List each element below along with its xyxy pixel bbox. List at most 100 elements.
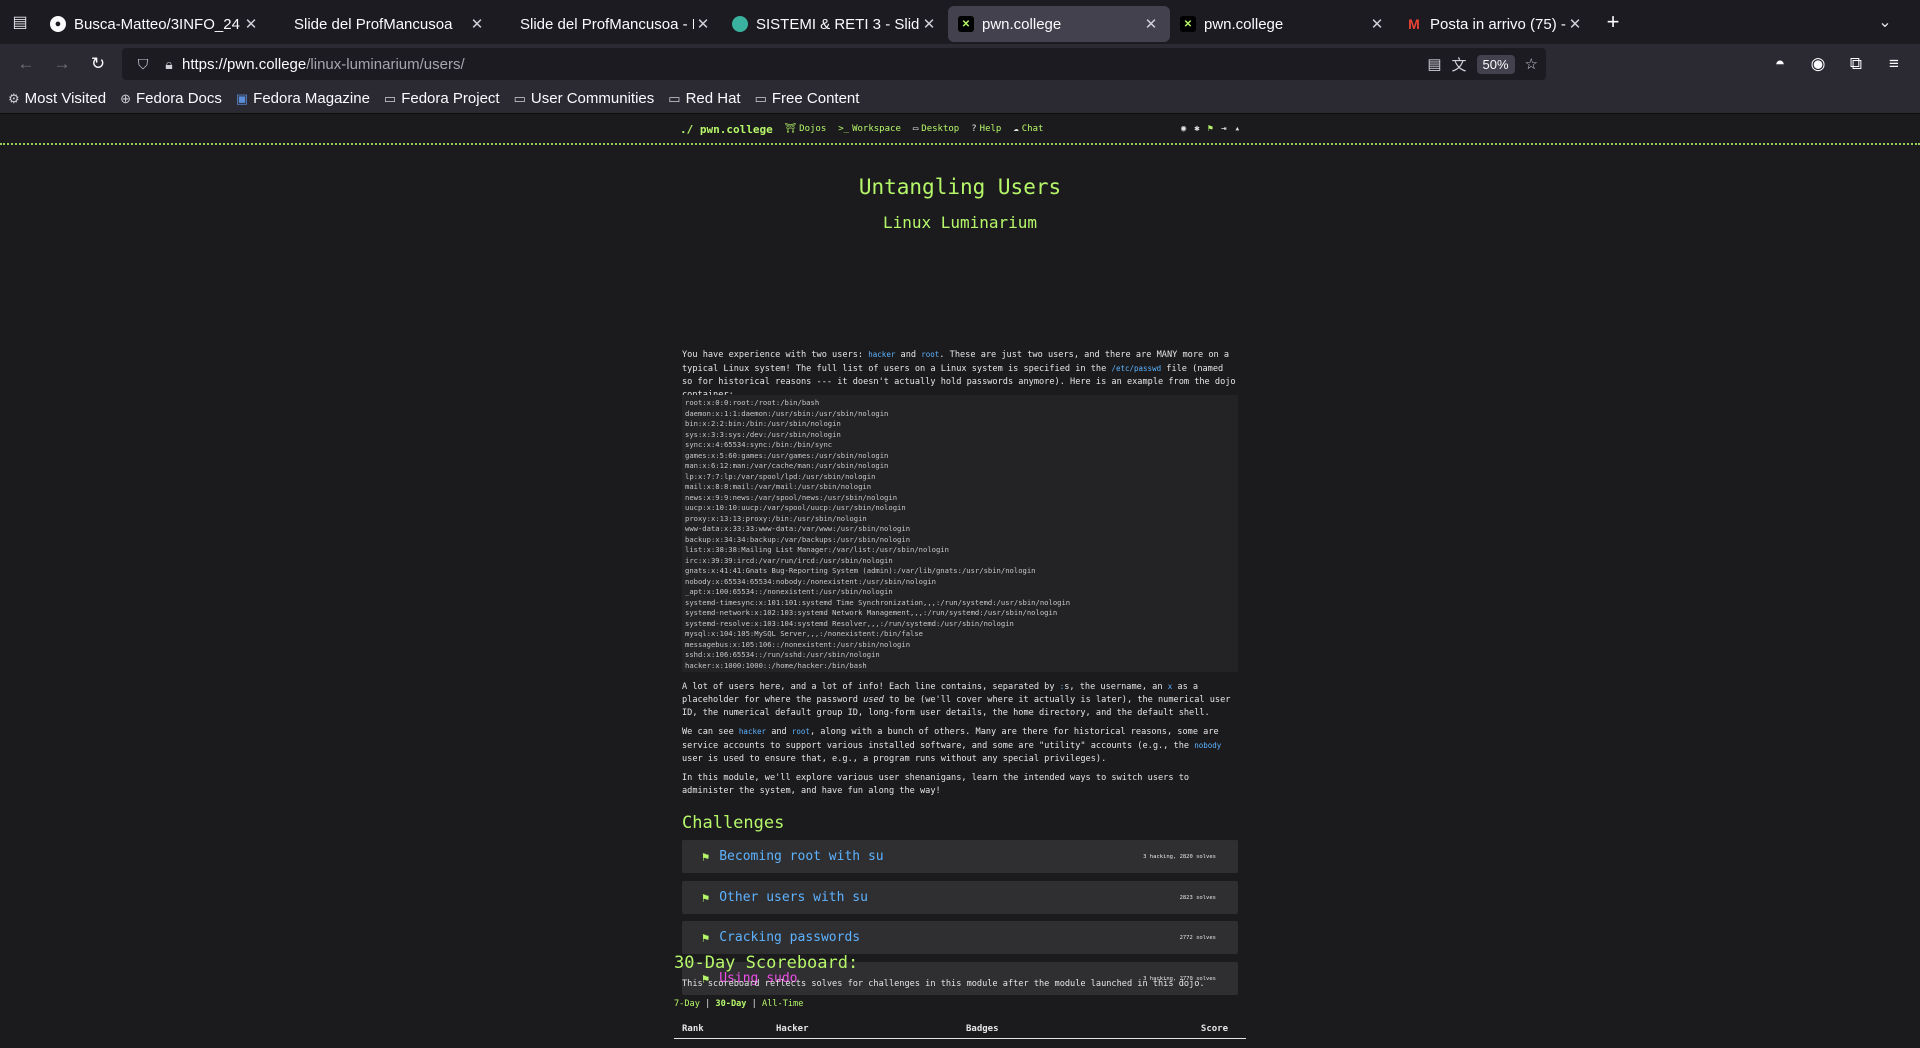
nav-desktop[interactable]: ▭ Desktop — [913, 124, 959, 134]
module-outro-paragraph: In this module, we'll explore various us… — [682, 773, 1190, 796]
column-badges: Badges — [966, 1024, 999, 1034]
passwd-line: backup:x:34:34:backup:/var/backups:/usr/… — [685, 534, 911, 544]
menu-icon[interactable]: ≡ — [1876, 48, 1912, 80]
lock-icon[interactable]: 🔒︎ — [156, 56, 182, 73]
folder-icon: ▭ — [383, 90, 397, 106]
close-icon[interactable]: ✕ — [694, 15, 712, 33]
pocket-icon[interactable]: ◓ — [1762, 48, 1798, 80]
range-all-time[interactable]: All-Time — [762, 999, 803, 1009]
collapse-icon[interactable]: ▴ — [1235, 124, 1240, 134]
passwd-explanation-paragraph: A lot of users here, and a lot of info! … — [682, 682, 1231, 718]
challenge-cracking-passwords[interactable]: ⚑ Cracking passwords 2772 solves — [682, 921, 1238, 954]
user-icon[interactable]: ◉ — [1181, 124, 1186, 134]
challenge-stats: 2772 solves — [1179, 934, 1216, 941]
tab-gmail[interactable]: M Posta in arrivo (75) - matt ✕ — [1396, 6, 1594, 42]
bookmark-folder-fedora-project[interactable]: ▭ Fedora Project — [384, 90, 500, 107]
site-brand-link[interactable]: ./ pwn.college — [680, 123, 773, 136]
bookmark-fedora-docs[interactable]: ⊕ Fedora Docs — [120, 90, 222, 107]
nav-chat[interactable]: ☁ Chat — [1013, 124, 1043, 134]
module-title: Untangling Users — [858, 175, 1062, 199]
scoreboard-description: This scoreboard reflects solves for chal… — [682, 979, 1205, 989]
account-icon[interactable]: ◉ — [1800, 48, 1836, 80]
bookmark-folder-red-hat[interactable]: ▭ Red Hat — [668, 90, 740, 107]
tab-list-icon[interactable]: ▤ — [0, 0, 40, 44]
folder-icon: ▭ — [668, 90, 681, 106]
close-icon[interactable]: ✕ — [1368, 15, 1386, 33]
close-icon[interactable]: ✕ — [1566, 15, 1584, 33]
tab-slide-2[interactable]: Slide del ProfMancusoa - RE ✕ — [496, 6, 722, 42]
challenge-becoming-root-with-su[interactable]: ⚑ Becoming root with su 3 hacking, 2820 … — [682, 840, 1238, 873]
passwd-line: hacker:x:1000:1000::/home/hacker:/bin/ba… — [685, 660, 867, 670]
bookmark-most-visited[interactable]: ⚙ Most Visited — [8, 90, 106, 107]
tab-title: SISTEMI & RETI 3 - Slidev — [756, 15, 920, 33]
new-tab-button[interactable]: + — [1594, 4, 1632, 40]
zoom-level[interactable]: 50% — [1476, 54, 1515, 74]
passwd-line: mail:x:8:8:mail:/var/mail:/usr/sbin/nolo… — [685, 482, 872, 491]
scoreboard-range-selector: 7-Day | 30-Day | All-Time — [674, 999, 804, 1009]
navbar-divider — [0, 143, 1920, 145]
folder-icon: ▭ — [513, 90, 526, 106]
close-icon[interactable]: ✕ — [468, 15, 486, 33]
challenge-stats: 2823 solves — [1179, 894, 1216, 901]
close-icon[interactable]: ✕ — [1142, 15, 1160, 33]
bookmark-star-icon[interactable]: ☆ — [1525, 55, 1538, 73]
inline-code: nobody — [1194, 741, 1222, 750]
challenge-name: Becoming root with su — [719, 849, 884, 864]
forward-button[interactable]: → — [44, 48, 80, 80]
desktop-icon: ▭ — [912, 124, 919, 134]
passwd-line: daemon:x:1:1:daemon:/usr/sbin:/usr/sbin/… — [685, 408, 889, 418]
challenges-heading: Challenges — [682, 813, 785, 833]
close-icon[interactable]: ✕ — [920, 15, 938, 33]
browser-navigation-bar: ← → ↻ ⛉ 🔒︎ https://pwn.college/linux-lum… — [0, 44, 1920, 84]
passwd-line: uucp:x:10:10:uucp:/var/spool/uucp:/usr/s… — [685, 503, 906, 512]
fedora-magazine-icon: ▣ — [235, 90, 249, 106]
scoreboard-heading: 30-Day Scoreboard: — [674, 953, 859, 973]
challenge-stats: 3 hacking, 2820 solves — [1143, 853, 1216, 860]
url-bar[interactable]: ⛉ 🔒︎ https://pwn.college/linux-luminariu… — [122, 48, 1546, 80]
globe-icon: ⊕ — [120, 90, 131, 106]
bookmark-folder-user-communities[interactable]: ▭ User Communities — [514, 90, 655, 107]
web-page: ./ pwn.college ⛩ Dojos >_ Workspace ▭ Deskt… — [0, 115, 1920, 1048]
inline-code: root — [791, 727, 810, 736]
flag-icon: ⚑ — [702, 849, 710, 864]
passwd-line: systemd-resolve:x:103:104:systemd Resolv… — [685, 618, 1014, 628]
logout-icon[interactable]: ⇥ — [1221, 124, 1226, 134]
passwd-line: systemd-timesync:x:101:101:systemd Time … — [685, 597, 1071, 607]
bookmark-folder-free-content[interactable]: ▭ Free Content — [755, 90, 860, 107]
scoreboard-header-row: Rank Hacker Badges Score — [674, 1021, 1246, 1039]
nav-help[interactable]: ? Help — [971, 124, 1001, 134]
translate-icon[interactable]: 文 — [1452, 54, 1467, 75]
nav-dojos[interactable]: ⛩ Dojos — [785, 124, 827, 134]
shield-icon[interactable]: ⛉ — [130, 56, 156, 73]
tab-title: Slide del ProfMancusoa — [294, 15, 453, 33]
passwd-line: www-data:x:33:33:www-data:/var/www:/usr/… — [685, 524, 911, 533]
back-button[interactable]: ← — [8, 48, 44, 80]
inline-code: /etc/passwd — [1111, 364, 1162, 373]
tab-github[interactable]: ● Busca-Matteo/3INFO_24 ✕ — [40, 6, 270, 42]
extensions-icon[interactable]: ⧉ — [1838, 48, 1874, 80]
reader-view-icon[interactable]: ▤ — [1427, 55, 1441, 73]
flag-dropdown-icon[interactable]: ⚑ — [1208, 124, 1213, 134]
gear-icon: ⚙ — [8, 90, 20, 106]
tab-slide-1[interactable]: Slide del ProfMancusoa ✕ — [270, 6, 496, 42]
tab-pwn-college-active[interactable]: ✕ pwn.college ✕ — [948, 6, 1170, 42]
challenge-other-users-with-su[interactable]: ⚑ Other users with su 2823 solves — [682, 881, 1238, 914]
reload-button[interactable]: ↻ — [80, 48, 116, 80]
inline-code: hacker — [868, 350, 896, 359]
users-explanation-paragraph: We can see hacker and root, along with a… — [682, 727, 1222, 764]
range-7-day[interactable]: 7-Day — [674, 999, 700, 1009]
tab-pwn-college[interactable]: ✕ pwn.college ✕ — [1170, 6, 1396, 42]
tab-slidev[interactable]: SISTEMI & RETI 3 - Slidev ✕ — [722, 6, 948, 42]
close-icon[interactable]: ✕ — [242, 15, 260, 33]
passwd-line: news:x:9:9:news:/var/spool/news:/usr/sbi… — [685, 492, 898, 502]
nav-workspace[interactable]: >_ Workspace — [838, 124, 901, 134]
passwd-line: messagebus:x:105:106::/nonexistent:/usr/… — [685, 639, 911, 649]
chevron-down-icon[interactable]: ⌄ — [1850, 0, 1920, 44]
bookmark-fedora-magazine[interactable]: ▣ Fedora Magazine — [236, 90, 370, 107]
settings-icon[interactable]: ✱ — [1194, 124, 1199, 134]
dojo-icon: ⛩ — [784, 124, 797, 134]
emphasis: used — [863, 695, 884, 705]
tab-title: Posta in arrivo (75) - matt — [1430, 15, 1566, 33]
range-30-day[interactable]: 30-Day — [715, 999, 746, 1009]
column-rank: Rank — [682, 1024, 704, 1034]
